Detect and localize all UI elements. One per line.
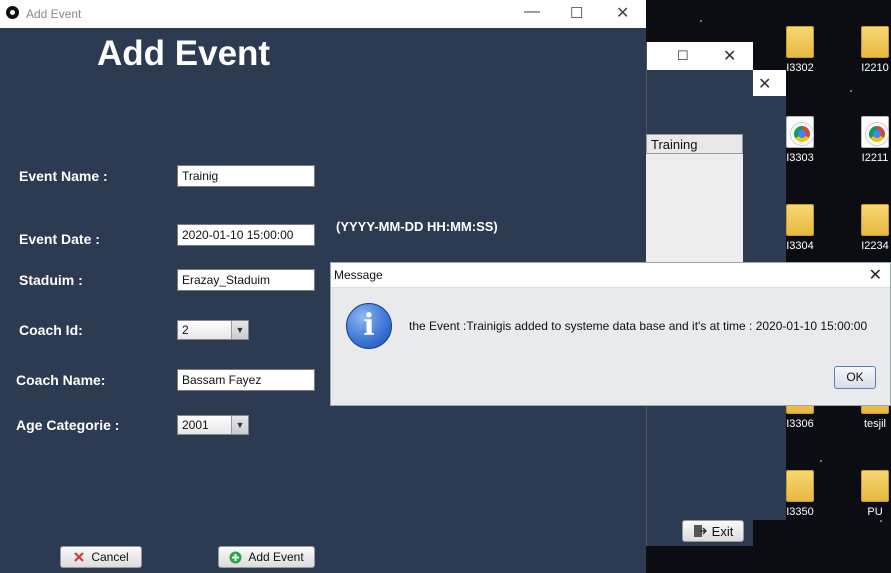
desktop-icon[interactable]: I2234 <box>845 204 891 252</box>
age-category-label: Age Categorie : <box>16 417 120 433</box>
star <box>880 520 882 522</box>
dialog-message: the Event :Trainigis added to systeme da… <box>409 319 868 333</box>
desktop-icon-label: I2210 <box>861 62 889 74</box>
cancel-button[interactable]: Cancel <box>60 546 142 568</box>
close-icon[interactable]: ✕ <box>723 46 736 66</box>
event-date-label: Event Date : <box>19 231 100 247</box>
desktop-icon[interactable]: I2211 <box>845 116 891 164</box>
folder-icon <box>861 470 889 502</box>
coach-name-label: Coach Name: <box>16 372 106 388</box>
soccer-ball-icon <box>6 6 19 19</box>
date-format-hint: (YYYY-MM-DD HH:MM:SS) <box>336 219 498 234</box>
add-event-button[interactable]: Add Event <box>218 546 315 568</box>
age-category-value: 2001 <box>182 418 209 432</box>
event-name-label: Event Name : <box>19 168 108 184</box>
close-icon[interactable]: ✕ <box>869 265 882 285</box>
event-date-input[interactable]: 2020-01-10 15:00:00 <box>177 224 315 246</box>
exit-door-icon <box>693 525 707 537</box>
background-window-1-titlebar: ☐ ✕ <box>647 42 753 70</box>
star <box>850 90 852 92</box>
chrome-icon <box>861 116 889 148</box>
folder-icon <box>786 26 814 58</box>
maximize-icon[interactable]: ☐ <box>570 4 583 22</box>
info-icon: i <box>346 303 392 349</box>
minimize-icon[interactable]: — <box>524 3 540 21</box>
exit-button[interactable]: Exit <box>682 520 744 542</box>
table-column-header[interactable]: Training <box>646 134 743 154</box>
desktop-icon-label: I2234 <box>861 240 889 252</box>
coach-name-input[interactable]: Bassam Fayez <box>177 369 315 391</box>
event-name-input[interactable]: Trainig <box>177 165 315 187</box>
chevron-down-icon[interactable]: ▼ <box>231 416 248 434</box>
folder-icon <box>786 470 814 502</box>
page-title: Add Event <box>97 34 271 73</box>
desktop-icon-label: PU <box>867 506 883 518</box>
table-body <box>646 154 743 264</box>
folder-icon <box>861 26 889 58</box>
window-titlebar: Add Event — ☐ ✕ <box>0 0 646 28</box>
chevron-down-icon[interactable]: ▼ <box>231 321 248 339</box>
star <box>820 460 822 462</box>
coach-id-label: Coach Id: <box>19 322 83 338</box>
exit-button-label: Exit <box>711 523 734 539</box>
star <box>700 20 702 22</box>
cancel-button-label: Cancel <box>91 550 129 564</box>
coach-id-select[interactable]: 2 ▼ <box>177 320 249 340</box>
stadium-label: Staduim : <box>19 272 83 288</box>
plus-circle-icon <box>229 551 242 563</box>
dialog-titlebar: Message ✕ <box>331 263 890 288</box>
desktop-icon[interactable]: I2210 <box>845 26 891 74</box>
close-icon[interactable]: ✕ <box>758 74 771 94</box>
ok-button[interactable]: OK <box>834 366 876 389</box>
folder-icon <box>861 204 889 236</box>
desktop-icon[interactable]: I3302 <box>770 26 830 74</box>
close-icon[interactable]: ✕ <box>616 3 629 23</box>
stadium-input[interactable]: Erazay_Staduim <box>177 269 315 291</box>
dialog-title: Message <box>334 268 383 282</box>
desktop-icon-label: tesjil <box>863 418 886 430</box>
chrome-icon <box>786 116 814 148</box>
coach-id-value: 2 <box>182 323 189 337</box>
add-event-button-label: Add Event <box>248 550 304 564</box>
age-category-select[interactable]: 2001 ▼ <box>177 415 249 435</box>
x-icon <box>74 552 85 562</box>
message-dialog: Message ✕ i the Event :Trainigis added t… <box>330 262 891 406</box>
maximize-icon[interactable]: ☐ <box>677 48 689 64</box>
window-title: Add Event <box>26 7 82 21</box>
folder-icon <box>786 204 814 236</box>
desktop-icon-label: I2211 <box>861 152 889 164</box>
desktop-icon[interactable]: PU <box>845 470 891 518</box>
